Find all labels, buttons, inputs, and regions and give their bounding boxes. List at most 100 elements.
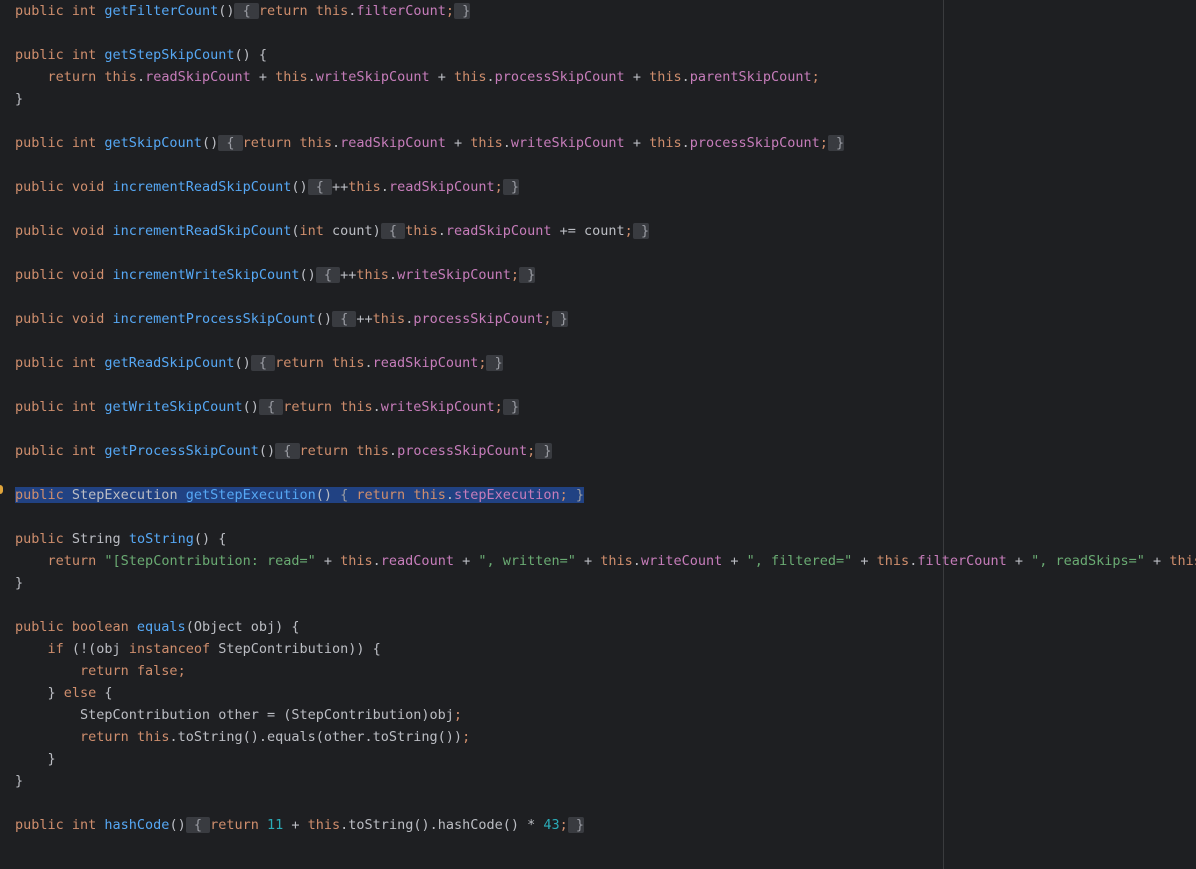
code-line[interactable]: StepContribution other = (StepContributi…	[15, 704, 1196, 726]
code-line[interactable]: public void incrementProcessSkipCount() …	[15, 308, 1196, 330]
code-token: processSkipCount	[413, 311, 544, 327]
folded-region-marker[interactable]: }	[632, 223, 650, 239]
code-area[interactable]: public int getFilterCount() { return thi…	[15, 0, 1196, 836]
code-token: this	[649, 135, 682, 151]
code-token: public void	[15, 179, 113, 195]
code-line[interactable]: return this.toString().equals(other.toSt…	[15, 726, 1196, 748]
selected-code-line[interactable]: public StepExecution getStepExecution() …	[15, 484, 1196, 506]
folded-region-marker[interactable]: {	[275, 443, 300, 459]
folded-region-marker[interactable]: }	[502, 179, 520, 195]
code-line[interactable]: public int hashCode() { return 11 + this…	[15, 814, 1196, 836]
code-token: parentSkipCount	[689, 69, 812, 85]
code-token: StepContribution)) {	[218, 641, 381, 657]
empty-line[interactable]	[15, 418, 1196, 440]
code-token: ;	[445, 3, 454, 19]
folded-region-marker[interactable]: }	[567, 817, 585, 833]
folded-region-marker[interactable]: {	[315, 267, 341, 283]
folded-region-marker[interactable]: }	[453, 3, 471, 19]
folded-region-marker[interactable]: }	[486, 355, 503, 371]
code-line[interactable]: public int getReadSkipCount() { return t…	[15, 352, 1196, 374]
code-token: public void	[15, 311, 113, 327]
code-line[interactable]: public int getSkipCount() { return this.…	[15, 132, 1196, 154]
folded-region-marker[interactable]: }	[568, 487, 584, 503]
code-token: .	[437, 223, 446, 239]
empty-line[interactable]	[15, 594, 1196, 616]
folded-region-marker[interactable]: {	[250, 355, 276, 371]
code-token: readCount	[380, 553, 454, 569]
code-line[interactable]: public void incrementReadSkipCount(int c…	[15, 220, 1196, 242]
code-token: ;	[559, 817, 568, 833]
code-line[interactable]: public int getWriteSkipCount() { return …	[15, 396, 1196, 418]
code-token: ++	[340, 267, 357, 283]
code-line[interactable]: return false;	[15, 660, 1196, 682]
code-token: ", written="	[478, 553, 576, 569]
empty-line[interactable]	[15, 22, 1196, 44]
code-token: this	[136, 729, 170, 745]
code-token: readSkipCount	[145, 69, 251, 85]
code-line[interactable]: public int getFilterCount() { return thi…	[15, 0, 1196, 22]
empty-line[interactable]	[15, 462, 1196, 484]
empty-line[interactable]	[15, 110, 1196, 132]
code-token: getReadSkipCount	[104, 355, 235, 371]
folded-region-marker[interactable]: {	[234, 3, 259, 19]
code-token: return false;	[80, 663, 186, 679]
empty-line[interactable]	[15, 792, 1196, 814]
code-token: processSkipCount	[494, 69, 625, 85]
code-token: ()	[299, 267, 316, 283]
code-token: incrementWriteSkipCount	[112, 267, 300, 283]
folded-region-marker[interactable]: }	[535, 443, 552, 459]
folded-region-marker[interactable]: {	[380, 223, 406, 239]
code-line[interactable]: public void incrementWriteSkipCount() { …	[15, 264, 1196, 286]
empty-line[interactable]	[15, 374, 1196, 396]
code-line[interactable]: public int getProcessSkipCount() { retur…	[15, 440, 1196, 462]
folded-region-marker[interactable]: {	[185, 817, 211, 833]
folded-region-marker[interactable]: {	[332, 311, 357, 327]
empty-line[interactable]	[15, 242, 1196, 264]
code-editor[interactable]: public int getFilterCount() { return thi…	[0, 0, 1196, 869]
folded-region-marker[interactable]: }	[827, 135, 845, 151]
code-line[interactable]: public void incrementReadSkipCount() { +…	[15, 176, 1196, 198]
folded-region-marker[interactable]: }	[502, 399, 519, 415]
code-token: readSkipCount	[340, 135, 446, 151]
code-token: ()	[169, 817, 186, 833]
folded-region-marker[interactable]: }	[551, 311, 568, 327]
code-line[interactable]: public String toString() {	[15, 528, 1196, 550]
folded-region-marker[interactable]: }	[519, 267, 536, 283]
folded-region-marker[interactable]: {	[332, 487, 356, 503]
bulb-indicator-icon[interactable]	[0, 485, 3, 494]
folded-region-marker[interactable]: {	[218, 135, 243, 151]
code-line[interactable]: return this.readSkipCount + this.writeSk…	[15, 66, 1196, 88]
empty-line[interactable]	[15, 198, 1196, 220]
code-token: public int	[15, 3, 105, 19]
code-line[interactable]: }	[15, 770, 1196, 792]
empty-line[interactable]	[15, 286, 1196, 308]
code-line[interactable]: } else {	[15, 682, 1196, 704]
code-token: int	[299, 223, 333, 239]
code-token: public int	[15, 399, 105, 415]
empty-line[interactable]	[15, 330, 1196, 352]
code-line[interactable]: }	[15, 748, 1196, 770]
empty-line[interactable]	[15, 154, 1196, 176]
code-token: +	[624, 135, 650, 151]
code-token: .	[681, 135, 690, 151]
code-token: .toString().hashCode() *	[340, 817, 544, 833]
code-token: +	[722, 553, 747, 569]
code-line[interactable]: }	[15, 88, 1196, 110]
code-line[interactable]: if (!(obj instanceof StepContribution)) …	[15, 638, 1196, 660]
code-line[interactable]: public int getStepSkipCount() {	[15, 44, 1196, 66]
code-line[interactable]: }	[15, 572, 1196, 594]
folded-region-marker[interactable]: {	[307, 179, 333, 195]
code-token: incrementProcessSkipCount	[112, 311, 316, 327]
empty-line[interactable]	[15, 506, 1196, 528]
code-line[interactable]: public boolean equals(Object obj) {	[15, 616, 1196, 638]
code-token: this	[470, 135, 503, 151]
folded-region-marker[interactable]: {	[258, 399, 284, 415]
code-token: writeSkipCount	[397, 267, 511, 283]
code-token: processSkipCount	[689, 135, 820, 151]
code-token: .	[136, 69, 146, 85]
code-line[interactable]: return "[StepContribution: read=" + this…	[15, 550, 1196, 572]
code-token: return	[210, 817, 267, 833]
